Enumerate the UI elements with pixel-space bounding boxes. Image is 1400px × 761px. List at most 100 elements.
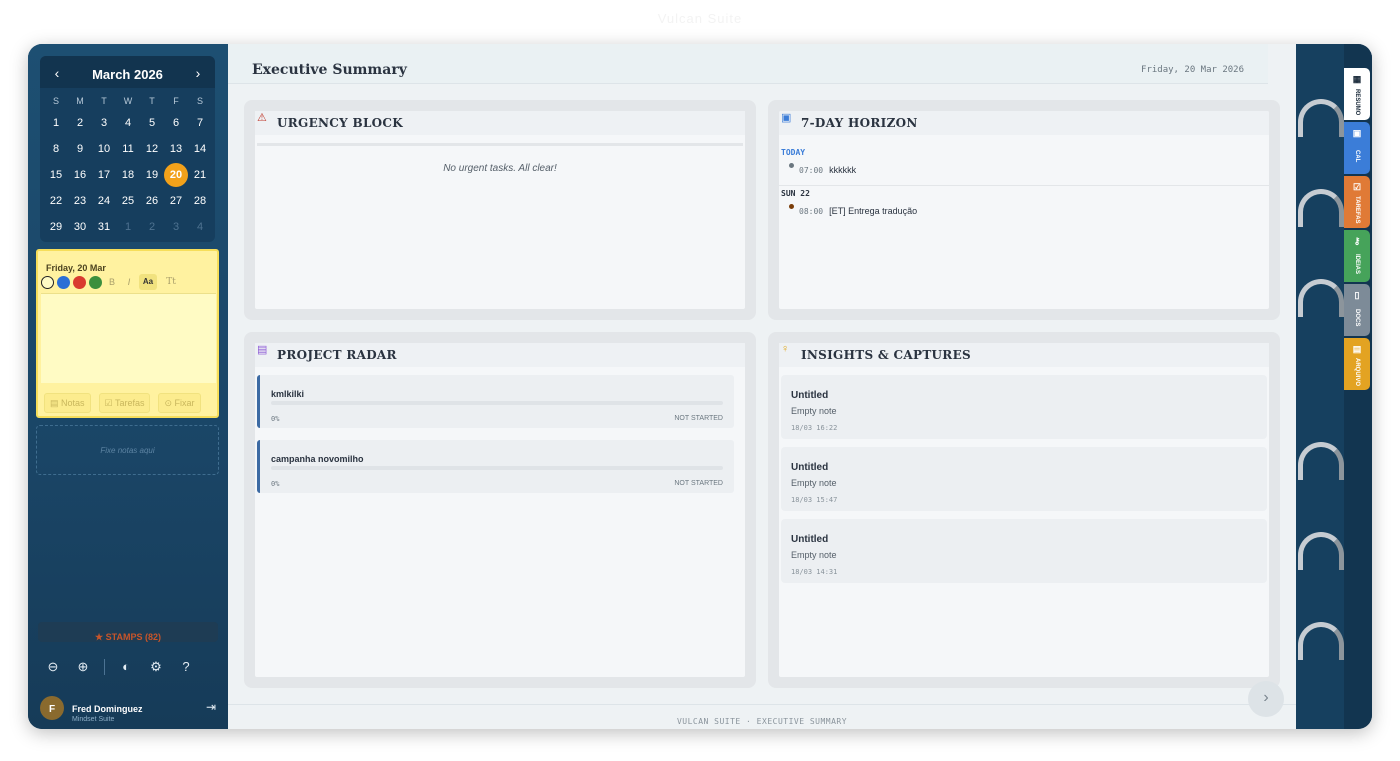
calendar-day[interactable]: 29 [44,214,68,240]
box-icon: ▤ [1352,344,1362,354]
zoom-out-icon[interactable]: ⊖ [44,658,62,676]
help-icon[interactable]: ? [177,658,195,676]
pin-icon: ⊙ [164,398,175,408]
weekday-label: W [123,96,133,106]
note-text-area[interactable] [41,293,216,383]
calendar-day[interactable]: 11 [116,136,140,162]
calendar-day[interactable]: 12 [140,136,164,162]
insight-item[interactable]: Untitled Empty note 18/03 16:22 [781,375,1267,439]
calendar-day[interactable]: 24 [92,188,116,214]
project-item[interactable]: campanha novomilho 0% NOT STARTED [257,440,734,493]
next-page-button[interactable]: › [1248,681,1284,717]
calendar-day[interactable]: 19 [140,162,164,188]
calendar-day[interactable]: 27 [164,188,188,214]
calendar-next-button[interactable]: › [187,62,209,84]
calendar-day[interactable]: 8 [44,136,68,162]
urgency-card: ⚠ URGENCY BLOCK No urgent tasks. All cle… [244,100,756,320]
urgency-title: URGENCY BLOCK [277,116,404,130]
calendar-grid: S M T W T F S 1 2 3 4 5 6 7 8 9 10 11 12 13 14 15 16 17 18 19 20 21… [44,92,215,240]
note-color-red[interactable] [73,275,86,289]
calendar-day[interactable]: 22 [44,188,68,214]
project-status: NOT STARTED [674,480,723,487]
calendar-day[interactable]: 28 [188,188,212,214]
calendar-day[interactable]: 7 [188,110,212,136]
calendar-day-next-month[interactable]: 1 [116,214,140,240]
note-color-cream[interactable] [41,275,54,289]
horizon-title: 7-DAY HORIZON [801,116,918,130]
stamps-button[interactable]: ★ STAMPS (82) [38,622,218,642]
calendar-day[interactable]: 4 [116,110,140,136]
calendar-day[interactable]: 5 [140,110,164,136]
horizon-event[interactable]: 08:00 [ET] Entrega tradução [799,206,917,216]
calendar-day[interactable]: 6 [164,110,188,136]
calendar-header: ‹ March 2026 › [40,56,215,88]
tab-tarefas[interactable]: ☑ TAREFAS [1344,176,1370,228]
palette-icon[interactable]: ◐ [117,658,135,676]
note-color-green[interactable] [89,275,102,289]
calendar-day-next-month[interactable]: 2 [140,214,164,240]
insight-title: Untitled [791,534,829,545]
note-action-tarefas[interactable]: ☑ Tarefas [98,393,151,413]
calendar-day[interactable]: 3 [92,110,116,136]
calendar-day[interactable]: 14 [188,136,212,162]
insight-date: 18/03 15:47 [791,496,838,504]
horizon-event[interactable]: 07:00 kkkkkk [799,165,856,175]
note-color-blue[interactable] [57,275,70,289]
horizon-divider [779,185,1269,186]
calendar-day-next-month[interactable]: 4 [188,214,212,240]
horizon-group-sun22: SUN 22 [781,189,810,198]
calendar-day-selected[interactable]: 20 [164,162,188,188]
user-profile[interactable]: F Fred Dominguez Mindset Suite ⇥ [40,696,220,726]
calendar-day[interactable]: 18 [116,162,140,188]
calendar-day[interactable]: 2 [68,110,92,136]
italic-button[interactable]: I [122,277,136,287]
tab-docs[interactable]: ▯ DOCS [1344,284,1370,336]
calendar-day[interactable]: 30 [68,214,92,240]
insight-item[interactable]: Untitled Empty note 18/03 14:31 [781,519,1267,583]
project-percent: 0% [271,480,280,488]
calendar-day[interactable]: 31 [92,214,116,240]
pin-drop-zone[interactable]: Fixe notas aqui [36,425,219,475]
calendar-icon: ▣ [1352,128,1362,138]
calendar-day[interactable]: 13 [164,136,188,162]
project-radar-header: ▤ PROJECT RADAR [255,343,745,367]
zoom-in-icon[interactable]: ⊕ [74,658,92,676]
insight-date: 18/03 14:31 [791,568,838,576]
font-family-button[interactable]: Tt [164,277,178,287]
binder-ring [1298,189,1344,227]
page-header: Executive Summary Friday, 20 Mar 2026 [228,44,1268,84]
binder-ring [1298,622,1344,660]
tab-arquivo[interactable]: ▤ ARQUIVO [1344,338,1370,390]
tab-label: IDEIAS [1354,253,1360,274]
bold-button[interactable]: B [105,277,119,287]
calendar-day[interactable]: 16 [68,162,92,188]
footer: VULCAN SUITE · EXECUTIVE SUMMARY [228,704,1296,729]
calendar-day-next-month[interactable]: 3 [164,214,188,240]
weekday-label: S [52,96,59,106]
calendar-day[interactable]: 17 [92,162,116,188]
calendar-day[interactable]: 9 [68,136,92,162]
tab-ideias[interactable]: ⚷ IDEIAS [1344,230,1370,282]
window-title: Vulcan Suite [657,11,743,26]
calendar-day[interactable]: 26 [140,188,164,214]
calendar-day[interactable]: 25 [116,188,140,214]
insight-item[interactable]: Untitled Empty note 18/03 15:47 [781,447,1267,511]
selected-day-badge: 20 [164,163,188,187]
tab-cal[interactable]: ▣ CAL [1344,122,1370,174]
logout-icon[interactable]: ⇥ [206,700,216,714]
calendar-day[interactable]: 15 [44,162,68,188]
calendar-day[interactable]: 10 [92,136,116,162]
tab-label: ARQUIVO [1354,358,1360,387]
weekday-label: S [196,96,203,106]
font-size-button[interactable]: Aa [139,274,157,290]
section-tabs: ▦ RESUMO ▣ CAL ☑ TAREFAS ⚷ IDEIAS ▯ DOCS ▤ ARQUIVO [1344,44,1372,729]
insight-title: Untitled [791,390,829,401]
calendar-day[interactable]: 1 [44,110,68,136]
note-action-notas[interactable]: ▤ Notas [44,393,91,413]
tab-resumo[interactable]: ▦ RESUMO [1344,68,1370,120]
gear-icon[interactable]: ⚙ [147,658,165,676]
calendar-day[interactable]: 21 [188,162,212,188]
note-action-fixar[interactable]: ⊙ Fixar [158,393,201,413]
project-item[interactable]: kmlkilki 0% NOT STARTED [257,375,734,428]
calendar-day[interactable]: 23 [68,188,92,214]
